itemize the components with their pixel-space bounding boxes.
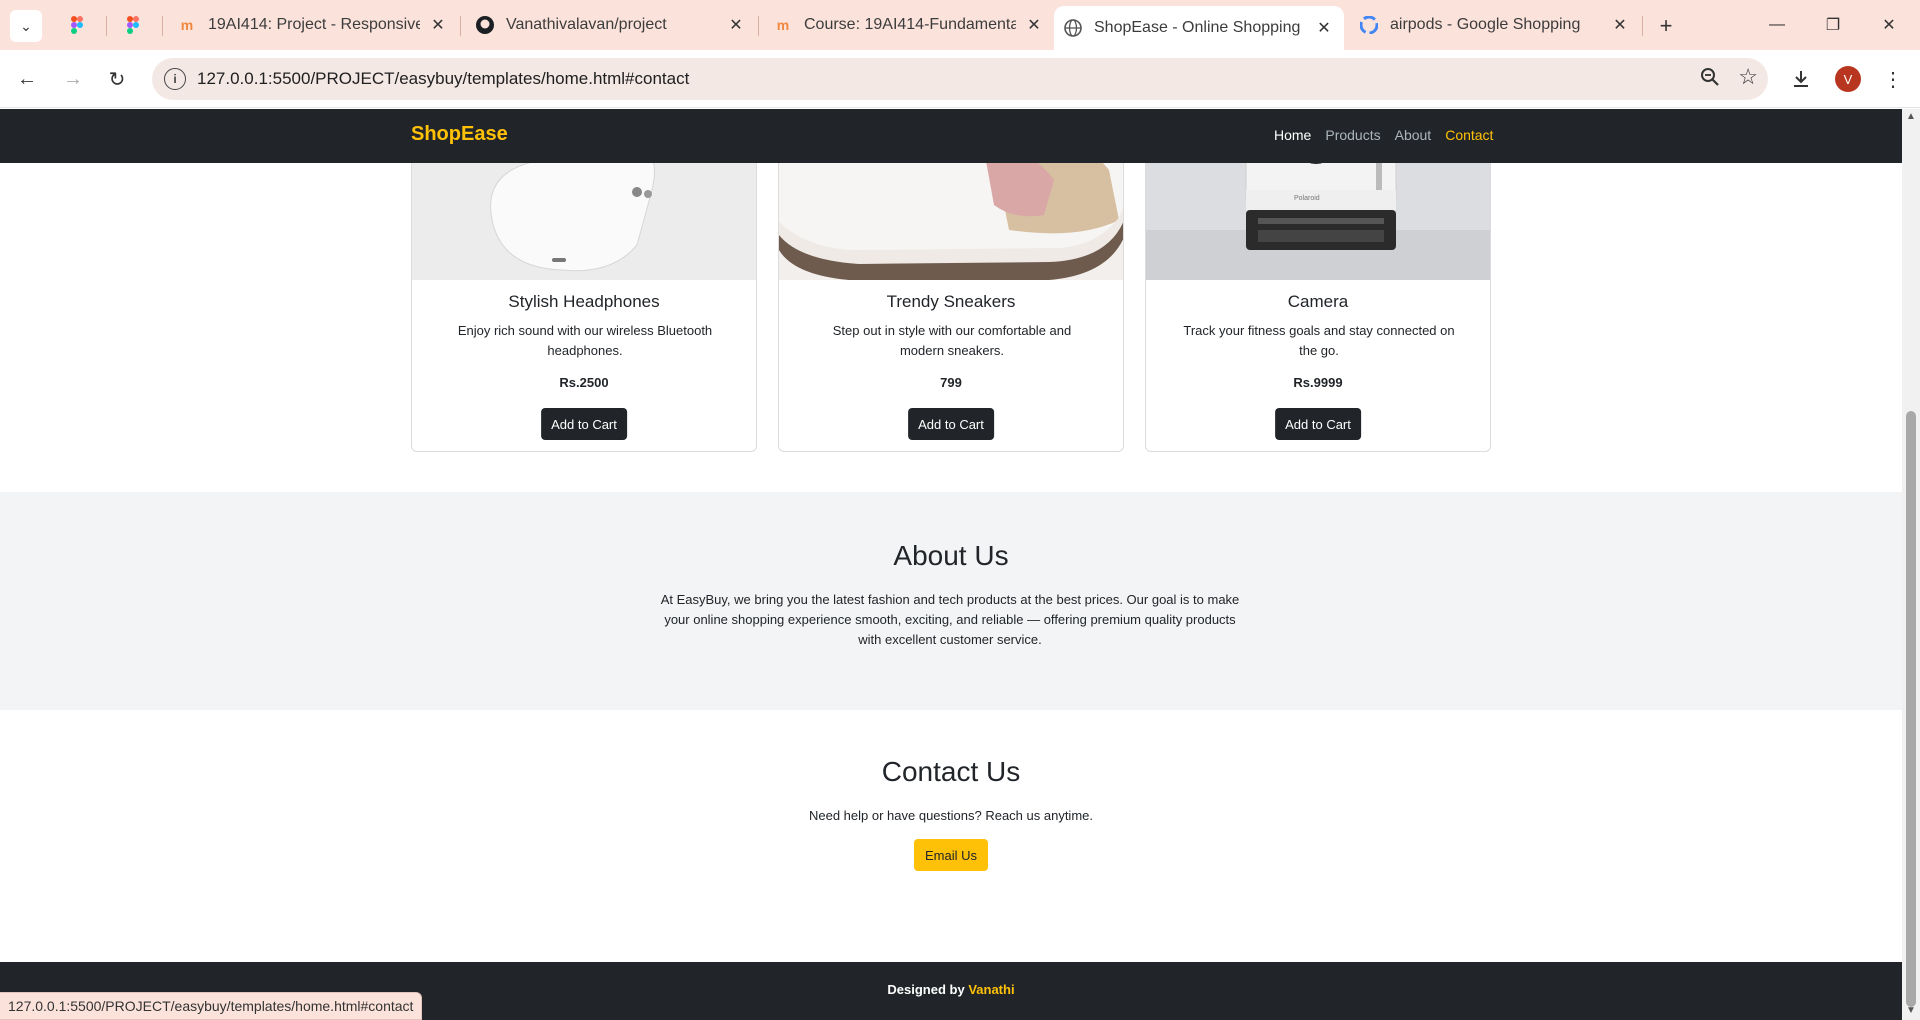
product-price: Rs.9999 — [1293, 375, 1343, 390]
nav-link-home[interactable]: Home — [1274, 127, 1311, 143]
close-tab-icon[interactable]: ✕ — [428, 15, 448, 35]
window-close-icon[interactable]: ✕ — [1874, 10, 1904, 40]
add-to-cart-button[interactable]: Add to Cart — [541, 408, 627, 440]
product-title: Stylish Headphones — [508, 292, 660, 311]
page-scrollbar[interactable]: ▲ ▼ — [1902, 109, 1920, 1020]
nav-link-about[interactable]: About — [1395, 127, 1432, 143]
about-section: About Us At EasyBuy, we bring you the la… — [0, 492, 1902, 710]
close-tab-icon[interactable]: ✕ — [726, 15, 746, 35]
add-to-cart-button[interactable]: Add to Cart — [1275, 408, 1361, 440]
product-description: Track your fitness goals and stay connec… — [1183, 323, 1455, 358]
about-heading: About Us — [893, 540, 1009, 571]
figma-icon — [68, 16, 86, 34]
about-text: At EasyBuy, we bring you the latest fash… — [660, 592, 1240, 647]
back-icon[interactable]: ← — [12, 64, 42, 94]
scroll-down-icon[interactable]: ▼ — [1906, 1005, 1916, 1016]
product-description: Enjoy rich sound with our wireless Bluet… — [457, 323, 713, 358]
google-icon — [1360, 16, 1378, 34]
scrollbar-thumb[interactable] — [1906, 411, 1916, 1007]
globe-icon — [1064, 19, 1082, 37]
address-bar[interactable]: i 127.0.0.1:5500/PROJECT/easybuy/templat… — [152, 58, 1768, 100]
moodle-icon: m — [180, 17, 194, 33]
tab-google-shopping[interactable]: airpods - Google Shopping ✕ — [1350, 6, 1640, 44]
contact-section: Contact Us Need help or have questions? … — [0, 710, 1902, 962]
forward-icon[interactable]: → — [58, 64, 88, 94]
site-info-icon[interactable]: i — [164, 68, 186, 90]
tab-strip: ⌄ m 19AI414: Project - Responsive W ✕ Va… — [0, 0, 1920, 50]
contact-text: Need help or have questions? Reach us an… — [808, 808, 1093, 823]
link-status-bar: 127.0.0.1:5500/PROJECT/easybuy/templates… — [0, 992, 423, 1020]
close-tab-icon[interactable]: ✕ — [1024, 15, 1044, 35]
tab-github-project[interactable]: Vanathivalavan/project ✕ — [466, 6, 756, 44]
product-title: Camera — [1287, 292, 1349, 311]
reload-icon[interactable]: ↻ — [102, 64, 132, 94]
tab-project-responsive[interactable]: m 19AI414: Project - Responsive W ✕ — [168, 6, 458, 44]
footer-author-link[interactable]: Vanathi — [968, 982, 1014, 997]
browser-toolbar: ← → ↻ i 127.0.0.1:5500/PROJECT/easybuy/t… — [0, 50, 1920, 108]
close-tab-icon[interactable]: ✕ — [1610, 15, 1630, 35]
add-to-cart-button[interactable]: Add to Cart — [908, 408, 994, 440]
new-tab-icon[interactable]: + — [1652, 12, 1680, 40]
product-description: Step out in style with our comfortable a… — [832, 323, 1072, 358]
footer-prefix: Designed by — [887, 982, 965, 997]
close-tab-icon[interactable]: ✕ — [1314, 18, 1334, 38]
minimize-icon[interactable]: — — [1762, 10, 1792, 40]
tab-course[interactable]: m Course: 19AI414-Fundamentals ✕ — [764, 6, 1054, 44]
scroll-up-icon[interactable]: ▲ — [1906, 111, 1916, 122]
nav-link-products[interactable]: Products — [1325, 127, 1380, 143]
product-price: 799 — [940, 375, 962, 390]
brand-logo[interactable]: ShopEase — [411, 123, 508, 146]
product-price: Rs.2500 — [559, 375, 609, 390]
email-us-button[interactable]: Email Us — [914, 839, 988, 871]
profile-avatar[interactable]: V — [1834, 64, 1862, 94]
zoom-icon[interactable] — [1700, 67, 1720, 92]
tab-shopease[interactable]: ShopEase - Online Shopping ✕ — [1054, 6, 1344, 50]
tab-figma-1[interactable] — [58, 6, 102, 44]
tab-search-chevron-icon[interactable]: ⌄ — [10, 10, 42, 42]
url-text[interactable]: 127.0.0.1:5500/PROJECT/easybuy/templates… — [197, 69, 689, 89]
svg-text:Polaroid: Polaroid — [1294, 195, 1320, 202]
moodle-icon: m — [776, 17, 790, 33]
bookmark-star-icon[interactable]: ☆ — [1738, 64, 1758, 90]
browser-menu-icon[interactable]: ⋮ — [1880, 64, 1906, 94]
nav-links: Home Products About Contact — [1274, 127, 1493, 143]
page-viewport: ShopEase Home Products About Contact Sty… — [0, 109, 1902, 1020]
tab-figma-2[interactable] — [114, 6, 158, 44]
download-icon[interactable] — [1788, 64, 1814, 94]
contact-heading: Contact Us — [881, 756, 1021, 787]
site-navbar: ShopEase Home Products About Contact — [0, 109, 1902, 163]
restore-icon[interactable]: ❐ — [1818, 10, 1848, 40]
product-title: Trendy Sneakers — [886, 292, 1016, 311]
figma-icon — [124, 16, 142, 34]
github-icon — [476, 16, 494, 34]
nav-link-contact[interactable]: Contact — [1445, 127, 1493, 143]
